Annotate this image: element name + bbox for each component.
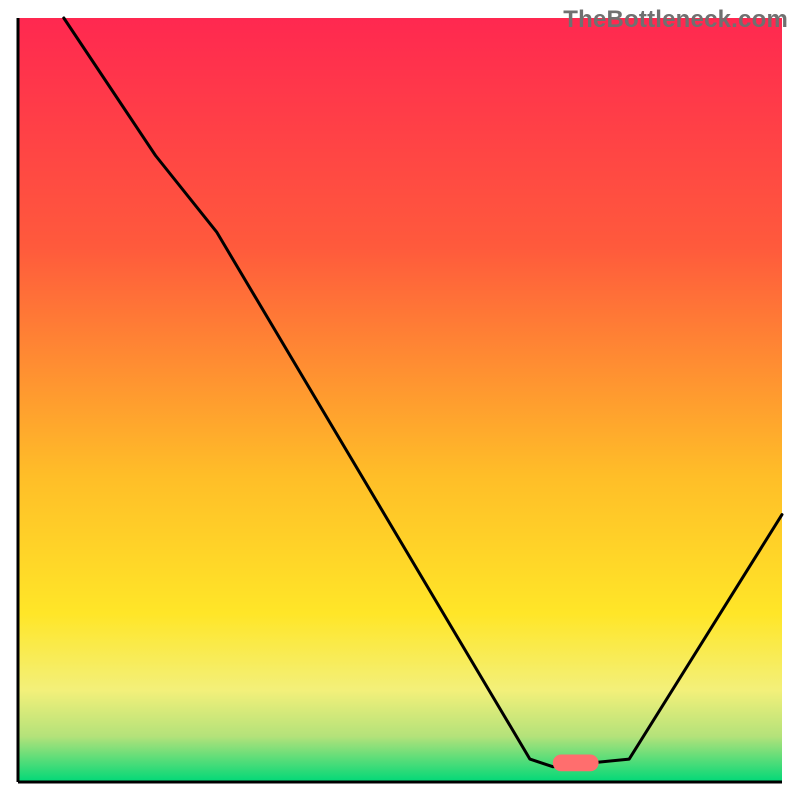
attribution-text: TheBottleneck.com: [563, 6, 788, 34]
bottleneck-chart: TheBottleneck.com: [0, 0, 800, 800]
gradient-background: [18, 18, 782, 782]
chart-canvas: [0, 0, 800, 800]
optimal-marker: [553, 755, 599, 772]
